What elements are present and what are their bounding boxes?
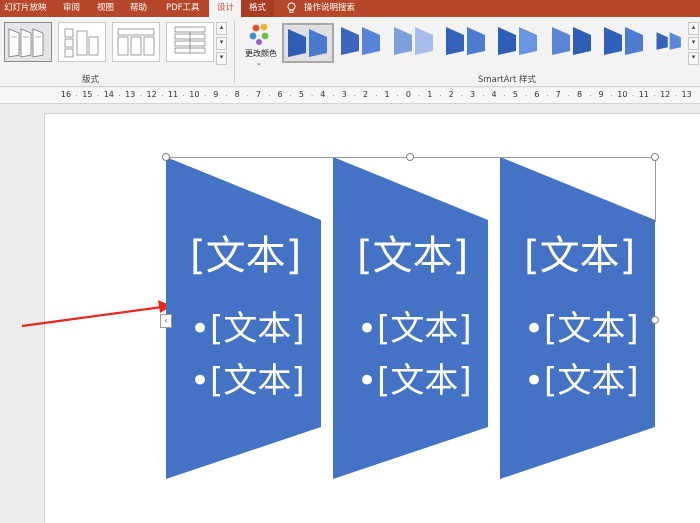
- trapezoid-shape[interactable]: [文本] •[文本] •[文本]: [333, 157, 493, 482]
- resize-handle-top-right[interactable]: [651, 153, 659, 161]
- shape-bullet[interactable]: •[文本]: [357, 301, 472, 350]
- shape-bullet[interactable]: •[文本]: [524, 353, 639, 402]
- watermark-brand: Bai 经验: [548, 467, 619, 487]
- trapezoid-shape[interactable]: [文本] •[文本] •[文本]: [500, 157, 660, 482]
- shape-title[interactable]: [文本]: [190, 223, 301, 281]
- baidu-jingyan-watermark: Bai 经验 jingyan.baidu.com: [548, 448, 668, 512]
- shape-title[interactable]: [文本]: [357, 223, 468, 281]
- text-pane-toggle-button[interactable]: ‹: [160, 314, 172, 328]
- resize-handle-top[interactable]: [406, 153, 414, 161]
- shape-bullet[interactable]: •[文本]: [357, 353, 472, 402]
- shape-bullet[interactable]: •[文本]: [190, 353, 305, 402]
- shape-bullet[interactable]: •[文本]: [524, 301, 639, 350]
- shape-title[interactable]: [文本]: [524, 223, 635, 281]
- watermark-url: jingyan.baidu.com: [550, 488, 643, 499]
- shape-bullet[interactable]: •[文本]: [190, 301, 305, 350]
- resize-handle-right[interactable]: [651, 316, 659, 324]
- powerpoint-window: 幻灯片放映 审阅 视图 帮助 PDF工具 设计 格式 操作说明搜索 ▴ ▾ ▾ …: [0, 0, 700, 523]
- trapezoid-shape[interactable]: [文本] •[文本] •[文本]: [166, 157, 326, 482]
- resize-handle-top-left[interactable]: [162, 153, 170, 161]
